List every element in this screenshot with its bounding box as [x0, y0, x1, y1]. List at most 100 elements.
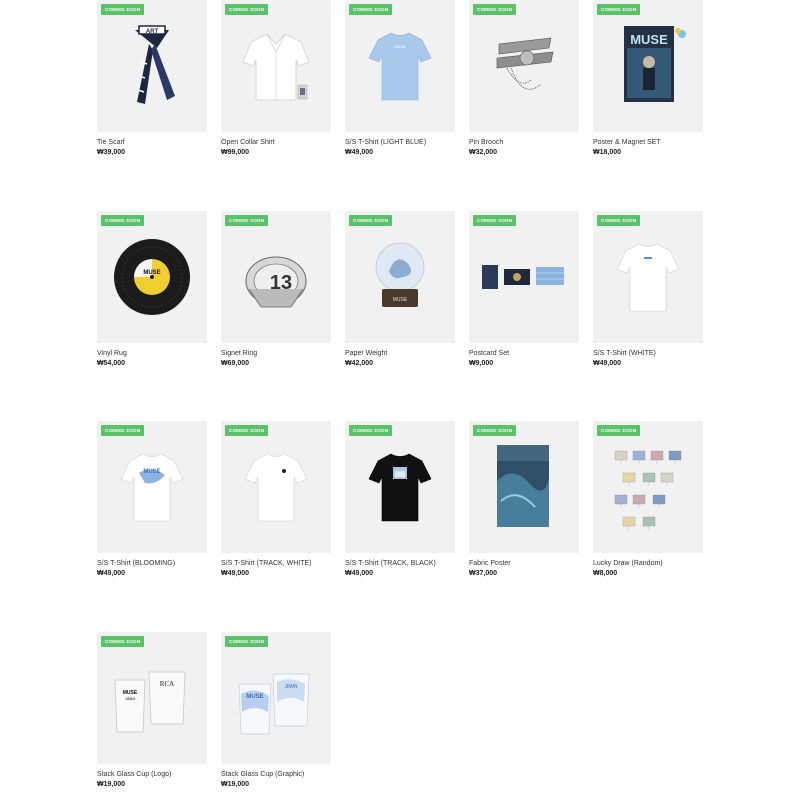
product-price: ₩49,000 [593, 360, 622, 367]
poster-magnet-icon: MUSE [593, 0, 703, 132]
svg-text:MUSE: MUSE [246, 694, 263, 700]
snow-globe-icon: MUSE [345, 211, 455, 343]
product-price: ₩49,000 [345, 570, 374, 577]
product-price: ₩54,000 [97, 360, 126, 367]
signet-ring-icon: 13 [221, 211, 331, 343]
fabric-poster-icon [469, 421, 579, 553]
product-name[interactable]: Stack Glass Cup (Logo) [97, 771, 207, 778]
product-name[interactable]: Signet Ring [221, 350, 331, 357]
product-thumbnail[interactable]: COMING SOON MUSE JIMIN [221, 632, 331, 764]
product-name[interactable]: Vinyl Rug [97, 350, 207, 357]
product-name[interactable]: S/S T-Shirt (BLOOMING) [97, 560, 207, 567]
product-name[interactable]: Tie Scarf [97, 139, 207, 146]
white-tshirt-icon [593, 211, 703, 343]
product-price: ₩8,000 [593, 570, 618, 577]
product-card[interactable]: COMING SOON S/S T-Shirt (TRACK, BLACK) ₩… [345, 421, 455, 577]
product-thumbnail[interactable]: COMING SOON [593, 421, 703, 553]
product-price: ₩18,000 [593, 149, 622, 156]
product-name[interactable]: Paper Weight [345, 350, 455, 357]
vinyl-rug-icon: MUSE [97, 211, 207, 343]
product-card[interactable]: COMING SOON MUSE Paper Weight ₩42,000 [345, 211, 455, 367]
svg-text:JIMIN: JIMIN [125, 696, 136, 701]
coming-soon-badge: COMING SOON [225, 4, 269, 15]
coming-soon-badge: COMING SOON [101, 215, 145, 226]
product-thumbnail[interactable]: COMING SOON [469, 211, 579, 343]
coming-soon-badge: COMING SOON [101, 425, 145, 436]
product-thumbnail[interactable]: COMING SOON MUSE [97, 421, 207, 553]
product-name[interactable]: Stack Glass Cup (Graphic) [221, 771, 331, 778]
product-name[interactable]: S/S T-Shirt (WHITE) [593, 350, 703, 357]
product-thumbnail[interactable]: COMING SOON 13 [221, 211, 331, 343]
pin-brooch-icon [469, 0, 579, 132]
product-grid: COMING SOON ART Tie Scarf ₩39,000 COMING… [0, 0, 800, 800]
coming-soon-badge: COMING SOON [473, 4, 517, 15]
lucky-draw-icon [593, 421, 703, 553]
product-price: ₩19,000 [221, 781, 250, 788]
product-thumbnail[interactable]: COMING SOON MUSE [593, 0, 703, 132]
product-name[interactable]: S/S T-Shirt (LIGHT BLUE) [345, 139, 455, 146]
product-price: ₩37,000 [469, 570, 498, 577]
product-price: ₩42,000 [345, 360, 374, 367]
product-card[interactable]: COMING SOON MUSE Vinyl Rug ₩54,000 [97, 211, 207, 367]
product-name[interactable]: Poster & Magnet SET [593, 139, 703, 146]
product-name[interactable]: Pin Brooch [469, 139, 579, 146]
svg-text:RCA: RCA [160, 680, 174, 688]
svg-text:MUSE: MUSE [630, 32, 668, 47]
coming-soon-badge: COMING SOON [597, 4, 641, 15]
product-card[interactable]: COMING SOON MUSE JIMIN RCA Stack Glass C… [97, 632, 207, 788]
svg-text:ART: ART [146, 29, 159, 35]
coming-soon-badge: COMING SOON [225, 215, 269, 226]
product-thumbnail[interactable]: COMING SOON ART [97, 0, 207, 132]
coming-soon-badge: COMING SOON [473, 425, 517, 436]
glass-cup-graphic-icon: MUSE JIMIN [221, 632, 331, 764]
product-card[interactable]: COMING SOON Pin Brooch ₩32,000 [469, 0, 579, 156]
product-price: ₩19,000 [97, 781, 126, 788]
product-card[interactable]: COMING SOON Lucky Draw (Random) ₩8,000 [593, 421, 703, 577]
product-card[interactable]: COMING SOON ART Tie Scarf ₩39,000 [97, 0, 207, 156]
product-name[interactable]: Fabric Poster [469, 560, 579, 567]
product-price: ₩49,000 [221, 570, 250, 577]
product-card[interactable]: COMING SOON Open Collar Shirt ₩99,000 [221, 0, 331, 156]
product-card[interactable]: COMING SOON Fabric Poster ₩37,000 [469, 421, 579, 577]
product-name[interactable]: Postcard Set [469, 350, 579, 357]
product-thumbnail[interactable]: COMING SOON MUSE JIMIN RCA [97, 632, 207, 764]
svg-text:JIMIN: JIMIN [284, 684, 297, 690]
blooming-tshirt-icon: MUSE [97, 421, 207, 553]
product-card[interactable]: COMING SOON MUSE S/S T-Shirt (BLOOMING) … [97, 421, 207, 577]
product-card[interactable]: COMING SOON MUSE Poster & Magnet SET ₩18… [593, 0, 703, 156]
svg-text:MUSE: MUSE [394, 44, 406, 49]
product-card[interactable]: COMING SOON 13 Signet Ring ₩69,000 [221, 211, 331, 367]
coming-soon-badge: COMING SOON [101, 4, 145, 15]
product-name[interactable]: Open Collar Shirt [221, 139, 331, 146]
coming-soon-badge: COMING SOON [349, 4, 393, 15]
product-price: ₩32,000 [469, 149, 498, 156]
glass-cup-logo-icon: MUSE JIMIN RCA [97, 632, 207, 764]
product-thumbnail[interactable]: COMING SOON [345, 421, 455, 553]
product-name[interactable]: S/S T-Shirt (TRACK, WHITE) [221, 560, 331, 567]
product-thumbnail[interactable]: COMING SOON MUSE [345, 0, 455, 132]
product-price: ₩9,000 [469, 360, 494, 367]
coming-soon-badge: COMING SOON [349, 215, 393, 226]
product-thumbnail[interactable]: COMING SOON [469, 0, 579, 132]
product-card[interactable]: COMING SOON Postcard Set ₩9,000 [469, 211, 579, 367]
product-price: ₩99,000 [221, 149, 250, 156]
product-name[interactable]: S/S T-Shirt (TRACK, BLACK) [345, 560, 455, 567]
product-thumbnail[interactable]: COMING SOON MUSE [97, 211, 207, 343]
coming-soon-badge: COMING SOON [473, 215, 517, 226]
product-card[interactable]: COMING SOON S/S T-Shirt (WHITE) ₩49,000 [593, 211, 703, 367]
product-price: ₩49,000 [97, 570, 126, 577]
product-thumbnail[interactable]: COMING SOON [221, 0, 331, 132]
coming-soon-badge: COMING SOON [225, 425, 269, 436]
product-card[interactable]: COMING SOON S/S T-Shirt (TRACK, WHITE) ₩… [221, 421, 331, 577]
coming-soon-badge: COMING SOON [101, 636, 145, 647]
product-name[interactable]: Lucky Draw (Random) [593, 560, 703, 567]
product-thumbnail[interactable]: COMING SOON MUSE [345, 211, 455, 343]
product-card[interactable]: COMING SOON MUSE S/S T-Shirt (LIGHT BLUE… [345, 0, 455, 156]
product-card[interactable]: COMING SOON MUSE JIMIN Stack Glass Cup (… [221, 632, 331, 788]
product-thumbnail[interactable]: COMING SOON [469, 421, 579, 553]
product-price: ₩39,000 [97, 149, 126, 156]
product-thumbnail[interactable]: COMING SOON [593, 211, 703, 343]
product-thumbnail[interactable]: COMING SOON [221, 421, 331, 553]
postcard-set-icon [469, 211, 579, 343]
tie-scarf-icon: ART [97, 0, 207, 132]
